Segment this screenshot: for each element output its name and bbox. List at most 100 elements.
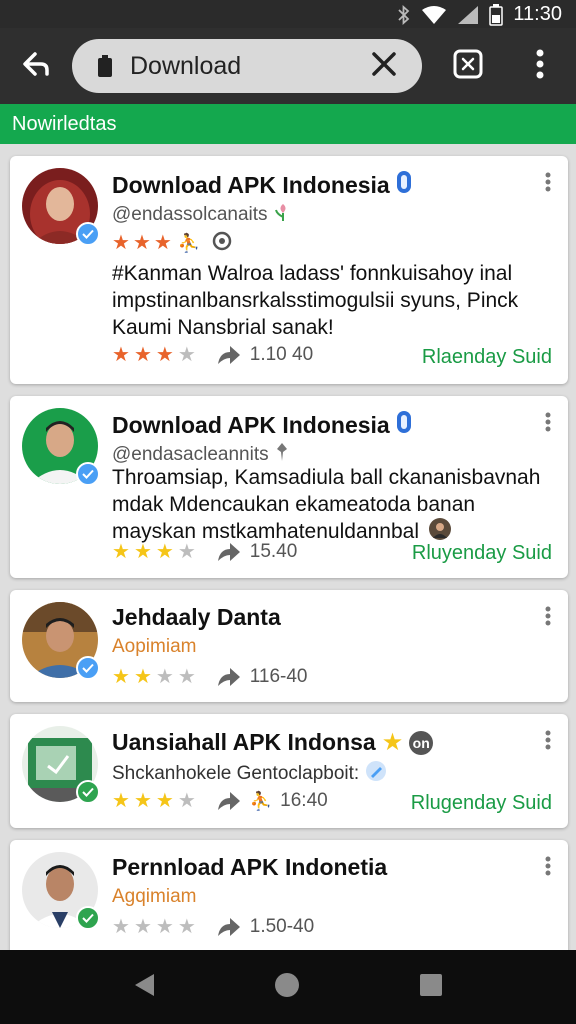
star-empty-icon: ★ [177,916,196,938]
pen-icon [365,760,387,788]
verified-badge-icon [76,462,100,486]
more-options-button[interactable] [538,728,558,756]
stats-row: ★ ★ ★ ★ ⛹ 16:40 [112,788,328,814]
avatar [22,602,100,680]
share-icon[interactable] [216,541,242,563]
browser-toolbar: Download [0,28,576,104]
meta-value: 15.40 [249,541,298,562]
star-empty-icon: ★ [155,916,174,938]
nav-back-button[interactable] [127,970,161,1004]
stats-row: ★ ★ ★ ★ 1.50-40 [112,914,314,940]
nav-recents-button[interactable] [414,970,448,1004]
card-subtitle: Agqimiam [112,886,196,908]
overflow-menu-button[interactable] [520,46,560,86]
list-item[interactable]: Pernnload APK Indonetia Agqimiam ★ ★ ★ ★… [10,840,568,950]
back-button[interactable] [16,46,56,86]
tag-badge-text: on [412,734,430,751]
card-subtitle-text: Agqimiam [112,886,197,907]
meta-value: 16:40 [280,790,328,811]
more-options-button[interactable] [538,170,558,198]
tab-switcher-icon [453,49,483,84]
card-title[interactable]: Download APK Indonesia [112,170,412,200]
close-icon [371,51,397,82]
card-title-text: Uansiahall APK Indonsa [112,729,376,755]
rating-row: ★ ★ ★ ⛹ [112,230,232,256]
card-title[interactable]: Jehdaaly Danta [112,604,281,631]
star-icon: ★ [155,790,174,812]
card-subtitle: Shckanhokele Gentoclapboit: [112,760,387,788]
card-title[interactable]: Pernnload APK Indonetia [112,854,387,881]
card-subtitle-text: @endasacleannits [112,444,269,465]
card-title[interactable]: Download APK Indonesia [112,410,412,440]
circle-home-icon [273,971,301,1004]
star-empty-icon: ★ [133,916,152,938]
star-half-icon: ★ [155,344,174,366]
square-recents-icon [419,973,443,1002]
star-empty-icon: ★ [112,916,130,938]
star-empty-icon: ★ [177,541,196,563]
card-subtitle-text: @endassolcanaits [112,204,268,225]
action-link[interactable]: Rlaenday Suid [422,346,552,369]
more-vert-icon [545,412,551,437]
more-options-button[interactable] [538,854,558,882]
star-rating: ★ ★ ★ ★ [112,917,196,937]
badge-icon [396,410,412,440]
share-icon[interactable] [216,916,242,938]
star-empty-icon: ★ [155,666,174,688]
more-vert-icon [545,606,551,631]
list-item[interactable]: Download APK Indonesia @endasacleannits … [10,396,568,578]
star-empty-icon: ★ [177,666,196,688]
star-rating: ★ ★ ★ ★ [112,667,196,687]
nav-home-button[interactable] [270,970,304,1004]
hiker-icon: ⛹ [177,232,201,253]
card-subtitle-text: Aopimiam [112,636,197,657]
share-icon[interactable] [216,666,242,688]
star-empty-icon: ★ [177,790,196,812]
star-badge-icon: ★ [381,729,404,756]
verified-badge-icon [76,780,100,804]
card-title[interactable]: Uansiahall APK Indonsa ★ on [112,728,434,757]
address-input[interactable]: Download [130,52,364,81]
section-header: Nowirledtas [0,104,576,144]
clear-button[interactable] [364,46,404,86]
card-subtitle: Aopimiam [112,636,196,658]
share-icon[interactable] [216,790,242,812]
star-icon: ★ [133,344,152,366]
avatar [22,408,100,486]
list-item[interactable]: Uansiahall APK Indonsa ★ on Shckanhokele… [10,714,568,828]
list-item[interactable]: Jehdaaly Danta Aopimiam ★ ★ ★ ★ 116-40 [10,590,568,702]
hiker-icon: ⛹ [249,790,273,811]
card-subtitle-text: Shckanhokele Gentoclapboit: [112,763,360,784]
verified-badge-icon [76,906,100,930]
action-link[interactable]: Rlugenday Suid [411,792,552,815]
more-vert-icon [545,856,551,881]
more-options-button[interactable] [538,410,558,438]
location-icon [212,231,232,256]
share-icon[interactable] [216,344,242,366]
card-body: Throamsiap, Kamsadiula ball ckananisbavn… [112,464,558,547]
stats-row: ★ ★ ★ ★ 1.10 40 [112,342,313,368]
meta-value: 1.50-40 [249,916,315,937]
verified-badge-icon [76,222,100,246]
card-subtitle: @endassolcanaits [112,202,292,228]
feed[interactable]: Download APK Indonesia @endassolcanaits … [0,144,576,950]
star-half-icon: ★ [153,232,172,254]
star-icon: ★ [155,541,174,563]
battery-icon [489,3,504,26]
verified-badge-icon [76,656,100,680]
status-time: 11:30 [513,3,562,25]
more-vert-icon [536,49,544,84]
address-bar[interactable]: Download [72,39,422,93]
more-options-button[interactable] [538,604,558,632]
card-body: #Kanman Walroa ladass' fonnkuisahoy inal… [112,262,519,339]
tabs-button[interactable] [448,46,488,86]
list-item[interactable]: Download APK Indonesia @endassolcanaits … [10,156,568,384]
avatar [22,852,100,930]
signal-icon [457,5,479,25]
star-rating: ★ ★ ★ ★ [112,345,196,365]
stats-row: ★ ★ ★ ★ 116-40 [112,664,308,690]
more-vert-icon [545,730,551,755]
flower-icon [274,202,292,228]
action-link[interactable]: Rluyenday Suid [412,542,552,565]
star-icon: ★ [112,344,130,366]
